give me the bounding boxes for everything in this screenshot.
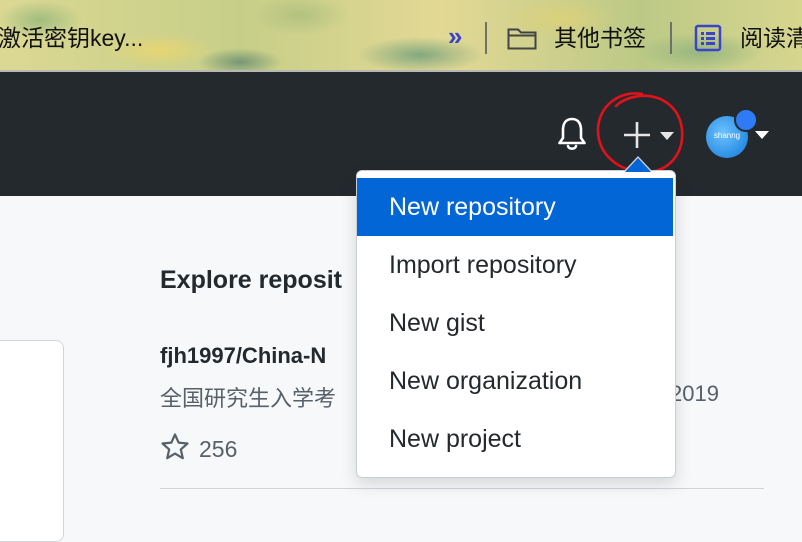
repo-description: 全国研究生入学考 — [160, 386, 337, 411]
menu-item-new-repository[interactable]: New repository — [357, 178, 673, 236]
bookmark-reading-list[interactable]: 阅读清 — [740, 24, 802, 52]
menu-item-new-project[interactable]: New project — [357, 410, 673, 468]
dropdown-caret-fill — [625, 158, 651, 172]
status-dot — [734, 108, 758, 132]
reading-list-icon — [694, 24, 722, 52]
menu-item-import-repository[interactable]: Import repository — [357, 236, 673, 294]
explore-heading: Explore reposit — [160, 266, 342, 294]
notification-bell-icon[interactable] — [556, 116, 588, 154]
bookmarks-overflow-chevron[interactable]: » — [448, 22, 462, 50]
bookmarks-separator — [670, 22, 672, 54]
menu-item-new-gist[interactable]: New gist — [357, 294, 673, 352]
content-divider — [160, 488, 764, 489]
star-icon[interactable] — [160, 432, 190, 462]
avatar-label: shanng — [713, 131, 741, 140]
bookmark-folder-other[interactable]: 其他书签 — [554, 24, 646, 52]
star-count: 256 — [199, 436, 238, 462]
left-card — [0, 340, 64, 542]
bookmarks-separator — [485, 22, 487, 54]
folder-icon — [507, 28, 537, 50]
repo-description-year: 2019 — [670, 381, 719, 406]
menu-item-new-organization[interactable]: New organization — [357, 352, 673, 410]
repo-link[interactable]: fjh1997/China-N — [160, 343, 326, 369]
bookmark-item-key[interactable]: 激活密钥key... — [0, 24, 143, 52]
chevron-down-icon[interactable] — [754, 130, 770, 140]
